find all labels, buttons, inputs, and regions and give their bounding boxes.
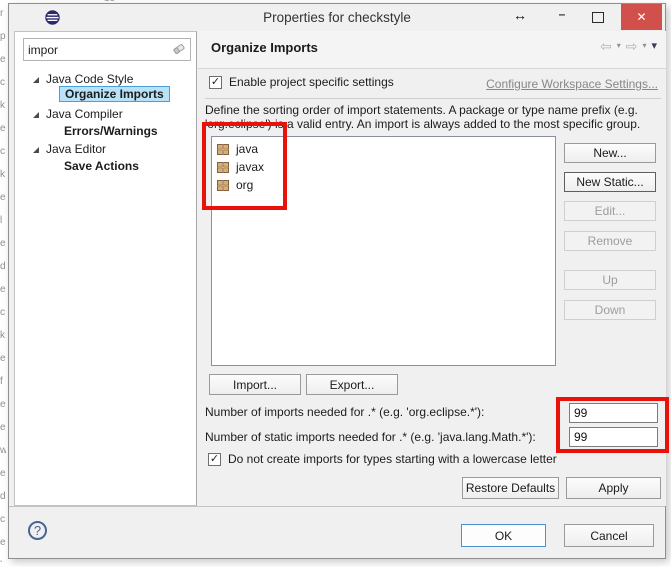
list-item[interactable]: java bbox=[212, 140, 555, 158]
back-arrow-icon[interactable]: ⇦ bbox=[600, 39, 612, 53]
maximize-button[interactable] bbox=[585, 4, 611, 30]
restore-defaults-button[interactable]: Restore Defaults bbox=[462, 477, 559, 499]
tree-item-save-actions[interactable]: Save Actions bbox=[15, 159, 194, 176]
tree-item-label: Java Editor bbox=[46, 142, 106, 156]
up-button: Up bbox=[564, 270, 656, 290]
new-static-button[interactable]: New Static... bbox=[564, 172, 656, 192]
down-button: Down bbox=[564, 300, 656, 320]
clear-filter-icon[interactable] bbox=[172, 42, 186, 58]
title-bar[interactable]: Properties for checkstyle ↔ – ✕ bbox=[9, 4, 665, 31]
history-navigation: ⇦ ▾ ⇨ ▾ ▾ bbox=[600, 39, 657, 53]
package-icon bbox=[217, 161, 230, 174]
filter-box[interactable] bbox=[23, 38, 191, 61]
edit-button: Edit... bbox=[564, 201, 656, 221]
preferences-sidebar: Java Code Style Organize Imports Java Co… bbox=[14, 31, 197, 506]
page-header: Organize Imports ⇦ ▾ ⇨ ▾ ▾ bbox=[198, 31, 666, 69]
organize-imports-page: Organize Imports ⇦ ▾ ⇨ ▾ ▾ ✓ Enable proj… bbox=[198, 31, 666, 506]
expand-icon[interactable] bbox=[33, 77, 39, 83]
package-icon bbox=[217, 143, 230, 156]
background-window-sliver: r p e ck e ck e le d e ck e f e e w e d … bbox=[0, 2, 6, 562]
enable-project-settings-row: ✓ Enable project specific settings bbox=[209, 75, 394, 89]
divider bbox=[205, 98, 661, 99]
number-imports-label: Number of imports needed for .* (e.g. 'o… bbox=[205, 405, 484, 419]
ok-button[interactable]: OK bbox=[461, 524, 546, 547]
number-static-imports-field[interactable] bbox=[569, 427, 658, 447]
tree-item-java-compiler[interactable]: Java Compiler bbox=[15, 107, 194, 124]
tree-item-label: Organize Imports bbox=[59, 86, 170, 102]
package-icon bbox=[217, 179, 230, 192]
enable-project-settings-label: Enable project specific settings bbox=[229, 75, 394, 89]
forward-arrow-icon[interactable]: ⇨ bbox=[626, 39, 638, 53]
tree-item-organize-imports[interactable]: Organize Imports bbox=[15, 86, 194, 103]
apply-button[interactable]: Apply bbox=[566, 477, 661, 499]
lowercase-imports-label: Do not create imports for types starting… bbox=[228, 452, 557, 466]
tree-item-label: Save Actions bbox=[64, 159, 139, 173]
expand-icon[interactable] bbox=[33, 147, 39, 153]
page-description: Define the sorting order of import state… bbox=[205, 103, 663, 131]
view-menu-icon[interactable]: ▾ bbox=[651, 41, 657, 52]
tree-item-label: Errors/Warnings bbox=[64, 124, 158, 138]
forward-dropdown-icon[interactable]: ▾ bbox=[642, 42, 646, 50]
screen: r p e ck e ck e le d e ck e f e e w e d … bbox=[0, 0, 671, 567]
tree-item-errors-warnings[interactable]: Errors/Warnings bbox=[15, 124, 194, 141]
back-dropdown-icon[interactable]: ▾ bbox=[617, 42, 621, 50]
tree-item-label: Java Compiler bbox=[46, 107, 123, 121]
lowercase-imports-checkbox[interactable]: ✓ bbox=[208, 453, 221, 466]
cancel-button[interactable]: Cancel bbox=[564, 524, 654, 547]
expand-icon[interactable] bbox=[33, 112, 39, 118]
minimize-button[interactable]: – bbox=[549, 4, 575, 30]
enable-project-settings-checkbox[interactable]: ✓ bbox=[209, 76, 222, 89]
properties-dialog: Properties for checkstyle ↔ – ✕ bbox=[8, 3, 666, 559]
tree-item-java-editor[interactable]: Java Editor bbox=[15, 142, 194, 159]
number-imports-field[interactable] bbox=[569, 403, 658, 423]
tree-item-label: Java Code Style bbox=[46, 72, 133, 86]
list-item-label: javax bbox=[236, 160, 264, 174]
remove-button: Remove bbox=[564, 231, 656, 251]
list-item-label: org bbox=[236, 178, 253, 192]
list-item-label: java bbox=[236, 142, 258, 156]
resize-icon[interactable]: ↔ bbox=[513, 7, 527, 23]
export-button[interactable]: Export... bbox=[306, 374, 398, 395]
dialog-footer: ? OK Cancel bbox=[9, 506, 665, 560]
help-button[interactable]: ? bbox=[28, 521, 47, 540]
import-button[interactable]: Import... bbox=[209, 374, 301, 395]
list-item[interactable]: javax bbox=[212, 158, 555, 176]
close-button[interactable]: ✕ bbox=[621, 4, 662, 30]
new-button[interactable]: New... bbox=[564, 143, 656, 163]
maximize-icon bbox=[592, 12, 604, 23]
configure-workspace-settings-link[interactable]: Configure Workspace Settings... bbox=[486, 77, 658, 91]
filter-input[interactable] bbox=[24, 43, 172, 57]
page-title: Organize Imports bbox=[211, 40, 318, 55]
lowercase-imports-row: ✓ Do not create imports for types starti… bbox=[208, 452, 557, 466]
number-static-imports-label: Number of static imports needed for .* (… bbox=[205, 430, 536, 444]
list-item[interactable]: org bbox=[212, 176, 555, 194]
import-order-list[interactable]: java javax org bbox=[211, 136, 556, 366]
